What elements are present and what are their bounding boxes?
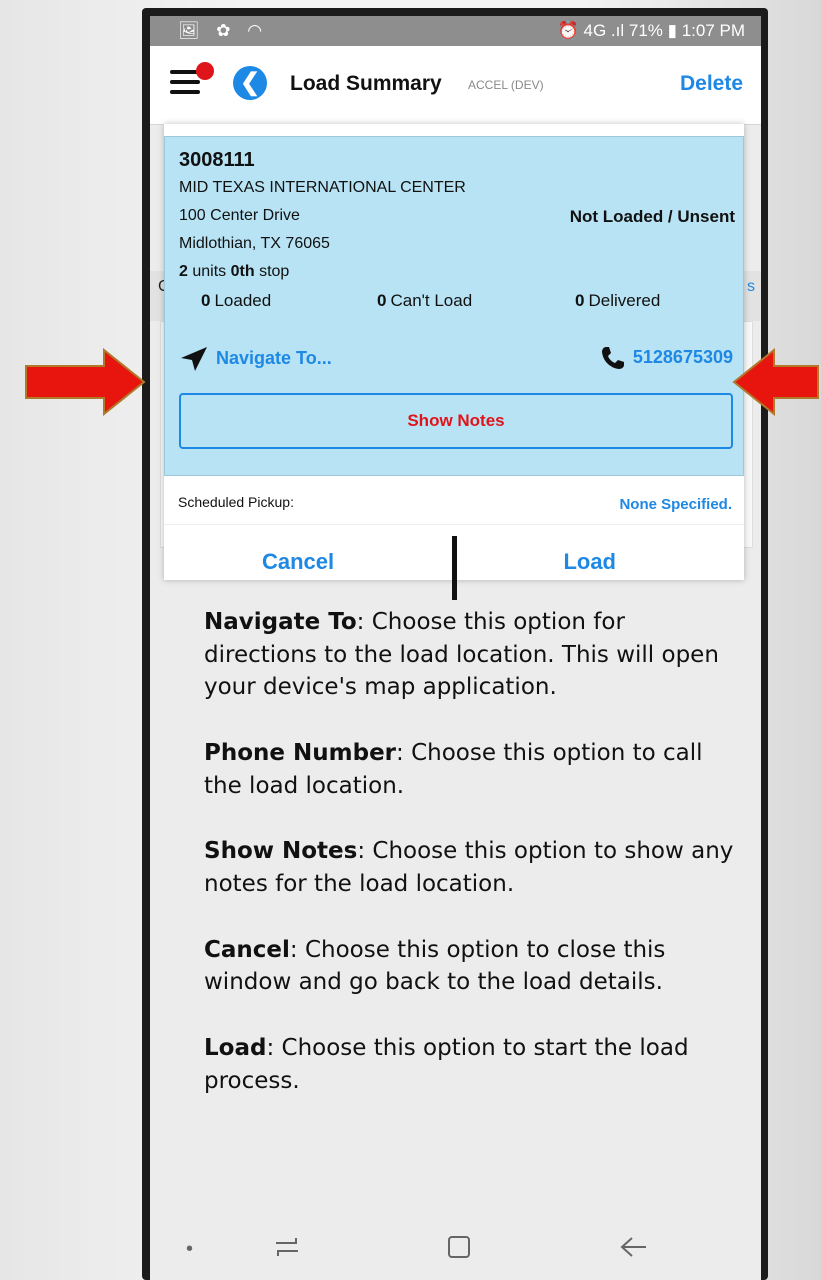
load-summary-dialog: 3008111 MID TEXAS INTERNATIONAL CENTER 1… bbox=[164, 124, 744, 600]
help-navigate: Navigate To: Choose this option for dire… bbox=[204, 609, 719, 701]
page-title: Load Summary bbox=[290, 72, 442, 95]
button-divider bbox=[452, 536, 457, 600]
delete-button[interactable]: Delete bbox=[680, 72, 743, 96]
phone-number-link[interactable]: 5128675309 bbox=[600, 345, 733, 371]
phone-screen: 🖼 ✿ ◠ ⏰ 4G .ıl 71% ▮ 1:07 PM ❮ Load Summ… bbox=[150, 16, 761, 1280]
nav-dot: • bbox=[186, 1238, 194, 1260]
status-left-icons: 🖼 ✿ ◠ bbox=[178, 21, 269, 40]
phone-icon bbox=[601, 347, 624, 369]
show-notes-button[interactable]: Show Notes bbox=[179, 393, 733, 449]
units-count: 2 bbox=[179, 263, 188, 280]
units-label: units bbox=[192, 263, 227, 280]
left-pointer-arrow-icon bbox=[25, 348, 146, 416]
loaded-count: 0 Loaded bbox=[201, 291, 272, 310]
app-bar: ❮ Load Summary ACCEL (DEV) Delete bbox=[150, 46, 761, 125]
help-phone: Phone Number: Choose this option to call… bbox=[204, 739, 703, 799]
back-arrow-icon[interactable]: ❮ bbox=[233, 66, 267, 100]
system-nav-bar: • bbox=[150, 1224, 761, 1280]
stop-label: stop bbox=[259, 263, 290, 280]
load-id: 3008111 bbox=[179, 149, 255, 171]
environment-label: ACCEL (DEV) bbox=[468, 78, 544, 92]
background-fragment-right: s bbox=[747, 278, 755, 295]
help-load: Load: Choose this option to start the lo… bbox=[204, 1034, 689, 1094]
stop-number: 0th bbox=[230, 263, 255, 280]
navigate-to-link[interactable]: Navigate To... bbox=[179, 345, 332, 373]
right-pointer-arrow-icon bbox=[732, 348, 819, 416]
cant-load-count: 0 Can't Load bbox=[377, 291, 473, 310]
navigate-to-label: Navigate To... bbox=[216, 347, 332, 368]
load-button[interactable]: Load bbox=[563, 549, 616, 575]
navigation-arrow-icon bbox=[181, 347, 207, 371]
help-notes: Show Notes: Choose this option to show a… bbox=[204, 838, 734, 897]
load-status: Not Loaded / Unsent bbox=[569, 207, 735, 226]
delivered-count: 0 Delivered bbox=[575, 291, 661, 310]
address-line-1: 100 Center Drive bbox=[179, 207, 300, 224]
units-stop-info: 2 units 0th stop bbox=[179, 263, 289, 281]
load-info-card: 3008111 MID TEXAS INTERNATIONAL CENTER 1… bbox=[164, 136, 744, 476]
cancel-button[interactable]: Cancel bbox=[262, 549, 334, 575]
help-cancel: Cancel: Choose this option to close this… bbox=[204, 936, 666, 996]
home-icon[interactable] bbox=[446, 1234, 472, 1267]
recents-icon[interactable] bbox=[272, 1234, 302, 1267]
address-line-2: Midlothian, TX 76065 bbox=[179, 235, 330, 252]
status-right-info: ⏰ 4G .ıl 71% ▮ 1:07 PM bbox=[557, 21, 745, 40]
scheduled-pickup-label: Scheduled Pickup: bbox=[178, 494, 294, 510]
notification-dot bbox=[196, 62, 214, 80]
back-icon[interactable] bbox=[618, 1234, 648, 1267]
status-bar: 🖼 ✿ ◠ ⏰ 4G .ıl 71% ▮ 1:07 PM bbox=[150, 16, 761, 46]
scheduled-pickup-value: None Specified. bbox=[619, 496, 732, 513]
help-text: Navigate To: Choose this option for dire… bbox=[204, 606, 744, 1130]
location-name: MID TEXAS INTERNATIONAL CENTER bbox=[179, 179, 466, 196]
phone-number: 5128675309 bbox=[632, 346, 733, 367]
